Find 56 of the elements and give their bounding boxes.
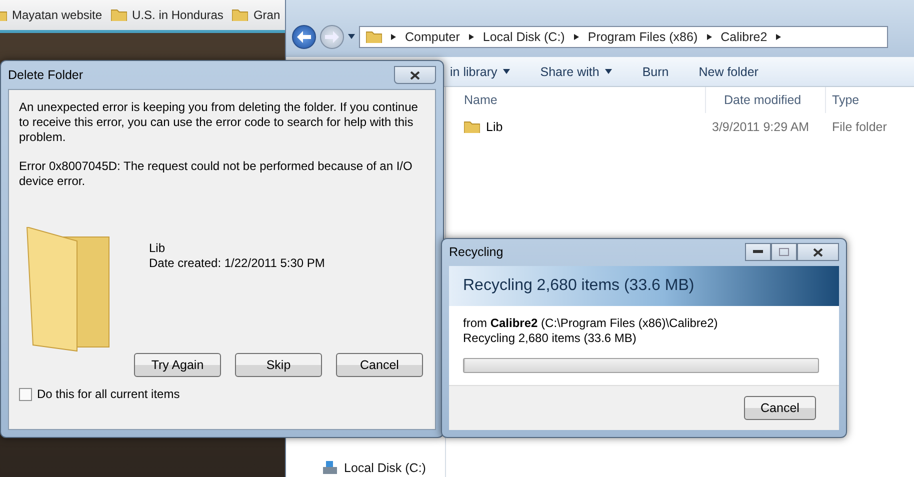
bookmark-link[interactable]: U.S. in Honduras xyxy=(111,8,224,22)
error-message: An unexpected error is keeping you from deleting the folder. If you continue to receive this error, you can use the error code to search for help with this problem. xyxy=(19,100,419,145)
folder-icon xyxy=(464,120,480,134)
toolbar-button[interactable]: Burn xyxy=(642,64,669,78)
apply-all-checkbox[interactable]: Do this for all current items xyxy=(19,387,423,401)
close-icon xyxy=(813,248,823,257)
dialog-button[interactable]: Try Again xyxy=(134,353,221,377)
file-name-cell[interactable]: Lib xyxy=(446,120,706,134)
toolbar-button[interactable]: Share with xyxy=(540,64,612,78)
toolbar-button[interactable]: New folder xyxy=(698,64,758,78)
breadcrumb[interactable]: Program Files (x86) xyxy=(572,30,698,44)
column-heading[interactable]: Type xyxy=(826,87,914,113)
close-button[interactable] xyxy=(797,243,839,262)
table-cell-text: 3/9/2011 9:29 AM xyxy=(711,120,810,134)
cancel-button[interactable]: Cancel xyxy=(744,396,816,420)
caret-icon xyxy=(706,34,713,40)
caret-icon xyxy=(775,34,782,40)
folder-icon xyxy=(111,8,128,22)
close-icon xyxy=(410,70,420,80)
toolbar-button[interactable]: in library xyxy=(450,64,510,78)
window-title: Recycling xyxy=(449,245,504,260)
dialog-button[interactable]: Skip xyxy=(235,353,322,377)
breadcrumb[interactable]: Computer xyxy=(390,30,460,44)
minimize-icon xyxy=(753,250,763,254)
folder-icon xyxy=(232,8,248,22)
status-text: Recycling 2,680 items (33.6 MB) xyxy=(463,331,638,346)
close-button[interactable] xyxy=(394,66,436,84)
source-text: from Calibre2 (C:\Program Files (x86)\Calibre2) xyxy=(463,316,719,331)
bookmark-link[interactable]: Gran xyxy=(232,8,280,22)
minimize-button[interactable] xyxy=(745,243,771,262)
caret-icon xyxy=(390,34,397,40)
caret-icon xyxy=(468,34,475,40)
progress-heading: Recycling 2,680 items (33.6 MB) xyxy=(449,266,839,306)
breadcrumb[interactable]: Local Disk (C:) xyxy=(468,30,565,44)
folder-icon xyxy=(366,30,382,44)
nav-item[interactable]: Local Disk (C:) xyxy=(322,461,445,475)
table-cell-text: File folder xyxy=(831,120,888,134)
dialog-button[interactable]: Cancel xyxy=(336,353,423,377)
bookmark-link[interactable]: Mayatan website xyxy=(0,8,102,22)
maximize-icon xyxy=(779,248,789,256)
checkbox[interactable] xyxy=(19,388,32,400)
item-name: Lib xyxy=(149,241,166,256)
back-button[interactable] xyxy=(292,25,316,49)
item-date: Date created: 1/22/2011 5:30 PM xyxy=(149,256,325,271)
address-bar[interactable]: Computer Local Disk (C:) Program Files (x86) Calibre2 xyxy=(359,26,888,48)
window-title: Delete Folder xyxy=(8,68,84,82)
breadcrumb[interactable]: Calibre2 xyxy=(706,30,768,44)
column-heading[interactable]: Date modified xyxy=(706,87,826,113)
drive-icon xyxy=(322,461,338,475)
error-code: Error 0x8007045D: The request could not be performed because of an I/O device error. xyxy=(19,159,414,189)
caret-icon xyxy=(348,34,355,40)
back-arrow-icon xyxy=(297,31,311,43)
column-heading[interactable]: Name xyxy=(446,87,706,113)
checkbox-label: Do this for all current items xyxy=(37,387,180,401)
caret-icon xyxy=(572,34,580,40)
forward-arrow-icon xyxy=(325,31,339,43)
